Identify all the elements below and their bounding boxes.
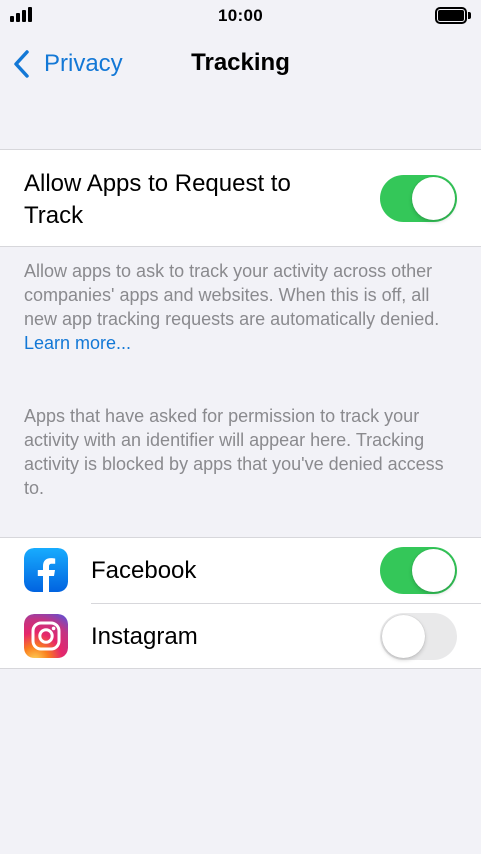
- apps-list: Facebook Instagram: [0, 537, 481, 669]
- app-name-instagram: Instagram: [91, 623, 198, 650]
- allow-tracking-label: Allow Apps to Request to Track: [24, 170, 291, 229]
- tracking-explanation: Allow apps to ask to track your activity…: [24, 259, 456, 355]
- tracking-explanation-text: Allow apps to ask to track your activity…: [24, 261, 440, 329]
- instagram-icon: [24, 614, 68, 658]
- learn-more-link[interactable]: Learn more...: [24, 333, 131, 353]
- instagram-tracking-toggle[interactable]: [380, 613, 457, 660]
- list-item-instagram: Instagram: [0, 604, 481, 669]
- facebook-tracking-toggle[interactable]: [380, 547, 457, 594]
- toggle-knob: [412, 177, 455, 220]
- page-title: Tracking: [191, 49, 290, 76]
- status-bar: 10:00: [0, 0, 481, 30]
- toggle-knob: [412, 549, 455, 592]
- list-item-facebook: Facebook: [0, 538, 481, 604]
- apps-explanation: Apps that have asked for permission to t…: [24, 406, 444, 498]
- status-time: 10:00: [218, 6, 263, 25]
- allow-tracking-toggle[interactable]: [380, 175, 457, 222]
- battery-full-icon: [435, 7, 471, 24]
- toggle-knob: [382, 615, 425, 658]
- facebook-icon: [24, 548, 68, 592]
- allow-tracking-group: Allow Apps to Request to Track: [0, 149, 481, 247]
- navigation-bar: Privacy Tracking: [0, 34, 481, 94]
- app-name-facebook: Facebook: [91, 557, 197, 584]
